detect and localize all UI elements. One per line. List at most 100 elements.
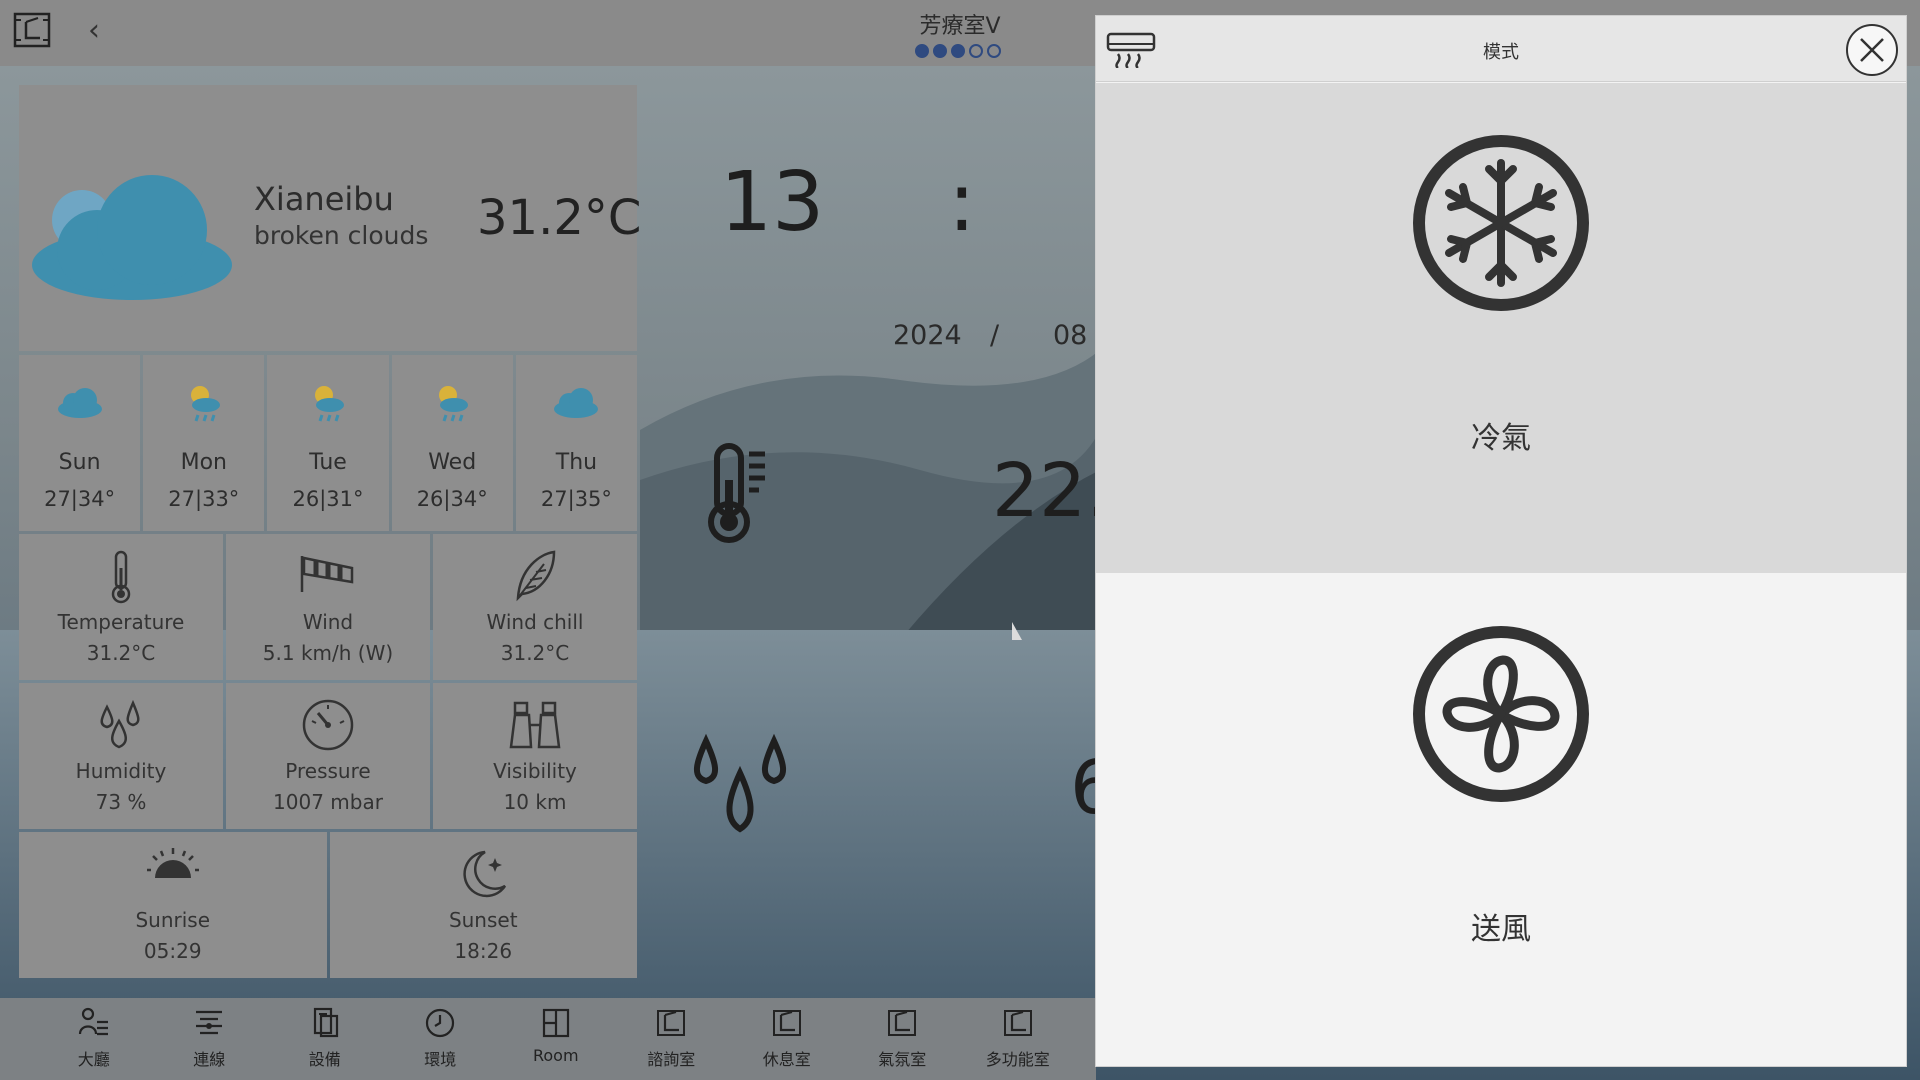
detail-value: 10 km bbox=[503, 790, 567, 814]
forecast-day-name: Wed bbox=[428, 450, 477, 475]
cloud-icon bbox=[32, 175, 232, 300]
weather-panel: Xianeibu broken clouds 31.2°C Sun 27|34°… bbox=[19, 85, 641, 980]
forecast-day: Tue 26|31° bbox=[267, 355, 389, 531]
forecast-day: Sun 27|34° bbox=[19, 355, 141, 531]
room-icon bbox=[772, 1010, 801, 1036]
nav-label: 休息室 bbox=[762, 1050, 811, 1069]
detail-sunrise: Sunrise 05:29 bbox=[19, 832, 327, 978]
nav-label: 多功能室 bbox=[985, 1050, 1050, 1069]
detail-value: 73 % bbox=[95, 790, 147, 814]
gauge-icon bbox=[302, 699, 354, 751]
detail-sunset: Sunset 18:26 bbox=[329, 832, 637, 978]
nav-item-device[interactable]: 設備 bbox=[267, 998, 383, 1080]
forecast-day-name: Tue bbox=[309, 450, 347, 475]
sunrise-icon bbox=[146, 848, 199, 878]
forecast-day-name: Mon bbox=[180, 450, 227, 475]
forecast-range: 26|31° bbox=[292, 487, 364, 511]
mode-label: 送風 bbox=[1471, 912, 1531, 947]
close-button[interactable] bbox=[1846, 24, 1898, 76]
device-icon bbox=[313, 1007, 338, 1038]
forecast-day: Thu 27|35° bbox=[515, 355, 638, 531]
back-button[interactable]: ‹ bbox=[88, 14, 100, 48]
page-dot[interactable] bbox=[987, 44, 1001, 58]
forecast-range: 27|34° bbox=[44, 487, 116, 511]
detail-value: 1007 mbar bbox=[273, 790, 383, 814]
mode-label: 冷氣 bbox=[1471, 421, 1531, 456]
room-icon bbox=[657, 1010, 686, 1036]
nav-item-room[interactable]: Room bbox=[498, 998, 614, 1080]
nav-item-ambience-room[interactable]: 氣氛室 bbox=[845, 998, 961, 1080]
weather-details-row: Humidity 73 % Pressure 1007 mbar Visibil… bbox=[19, 683, 637, 829]
detail-value: 18:26 bbox=[454, 939, 513, 963]
droplets-icon bbox=[100, 699, 140, 749]
binoculars-icon bbox=[509, 701, 561, 749]
detail-wind-chill: Wind chill 31.2°C bbox=[433, 534, 637, 680]
sun-times: Sunrise 05:29 Sunset 18:26 bbox=[19, 832, 637, 978]
mode-option-cool[interactable]: 冷氣 bbox=[1096, 83, 1906, 573]
detail-label: Sunrise bbox=[135, 908, 211, 932]
page-dot[interactable] bbox=[915, 44, 929, 58]
detail-label: Humidity bbox=[75, 759, 167, 783]
detail-temperature: Temperature 31.2°C bbox=[19, 534, 223, 680]
snowflake-icon bbox=[1413, 135, 1589, 311]
mode-option-fan[interactable]: 送風 bbox=[1096, 574, 1906, 1066]
forecast-day: Wed 26|34° bbox=[391, 355, 513, 531]
date-year: 2024 bbox=[893, 320, 962, 351]
page-dot[interactable] bbox=[969, 44, 983, 58]
nav-label: 氣氛室 bbox=[878, 1050, 927, 1069]
room-icon bbox=[888, 1010, 917, 1036]
forecast-range: 27|35° bbox=[540, 487, 612, 511]
mode-dialog: 模式 冷氣 送風 bbox=[1095, 15, 1907, 1067]
detail-visibility: Visibility 10 km bbox=[433, 683, 637, 829]
detail-label: Wind chill bbox=[486, 610, 584, 634]
detail-label: Temperature bbox=[57, 610, 185, 634]
page-title: 芳療室V bbox=[919, 14, 1001, 39]
detail-value: 05:29 bbox=[143, 939, 202, 963]
bottom-nav: 大廳 連線 設備 環境 Room 諮詢室 休息室 氣氛室 多功能室 bbox=[0, 998, 1096, 1080]
thermometer-icon bbox=[703, 440, 773, 548]
detail-wind: Wind 5.1 km/h (W) bbox=[226, 534, 430, 680]
page-dot[interactable] bbox=[933, 44, 947, 58]
weather-current: Xianeibu broken clouds 31.2°C bbox=[19, 85, 641, 351]
nav-label: 環境 bbox=[424, 1050, 457, 1069]
leaf-icon bbox=[516, 550, 556, 602]
weather-forecast: Sun 27|34° Mon 27|33° Tue 26|31° Wed 26|… bbox=[19, 355, 638, 531]
nav-item-connection[interactable]: 連線 bbox=[152, 998, 268, 1080]
nav-label: Room bbox=[532, 1046, 579, 1065]
weather-description: broken clouds bbox=[254, 221, 429, 250]
close-icon bbox=[1860, 38, 1884, 62]
weather-temperature: 31.2°C bbox=[477, 190, 642, 246]
nav-item-rest-room[interactable]: 休息室 bbox=[729, 998, 845, 1080]
forecast-day-name: Sun bbox=[58, 450, 101, 475]
droplets-icon bbox=[686, 733, 792, 841]
detail-pressure: Pressure 1007 mbar bbox=[226, 683, 430, 829]
clock-colon: : bbox=[948, 155, 976, 250]
fan-icon bbox=[1413, 626, 1589, 802]
date-separator: / bbox=[990, 320, 1000, 351]
nav-label: 諮詢室 bbox=[647, 1050, 696, 1069]
date-month: 08 bbox=[1053, 320, 1088, 351]
page-dot[interactable] bbox=[951, 44, 965, 58]
forecast-day-name: Thu bbox=[555, 450, 598, 475]
sun-rain-icon bbox=[190, 386, 220, 422]
dialog-title: 模式 bbox=[1483, 42, 1519, 63]
cloud-icon bbox=[57, 388, 102, 418]
people-icon bbox=[78, 1007, 108, 1036]
detail-value: 31.2°C bbox=[500, 641, 570, 665]
nav-item-consult-room[interactable]: 諮詢室 bbox=[614, 998, 730, 1080]
nav-item-environment[interactable]: 環境 bbox=[383, 998, 499, 1080]
nav-label: 設備 bbox=[308, 1050, 341, 1069]
clock-icon bbox=[426, 1008, 455, 1038]
nav-label: 大廳 bbox=[77, 1050, 110, 1069]
sun-rain-icon bbox=[439, 386, 469, 422]
weather-details-row: Temperature 31.2°C Wind 5.1 km/h (W) Win… bbox=[19, 534, 637, 680]
nav-item-lobby[interactable]: 大廳 bbox=[36, 998, 152, 1080]
nav-label: 連線 bbox=[193, 1050, 226, 1069]
detail-label: Sunset bbox=[448, 908, 518, 932]
nav-item-multi-room[interactable]: 多功能室 bbox=[960, 998, 1076, 1080]
home-button[interactable] bbox=[12, 10, 52, 50]
room-frame-icon bbox=[13, 12, 51, 48]
page-indicator bbox=[915, 44, 1001, 58]
windsock-icon bbox=[300, 556, 354, 592]
clock-hour: 13 bbox=[720, 155, 825, 250]
